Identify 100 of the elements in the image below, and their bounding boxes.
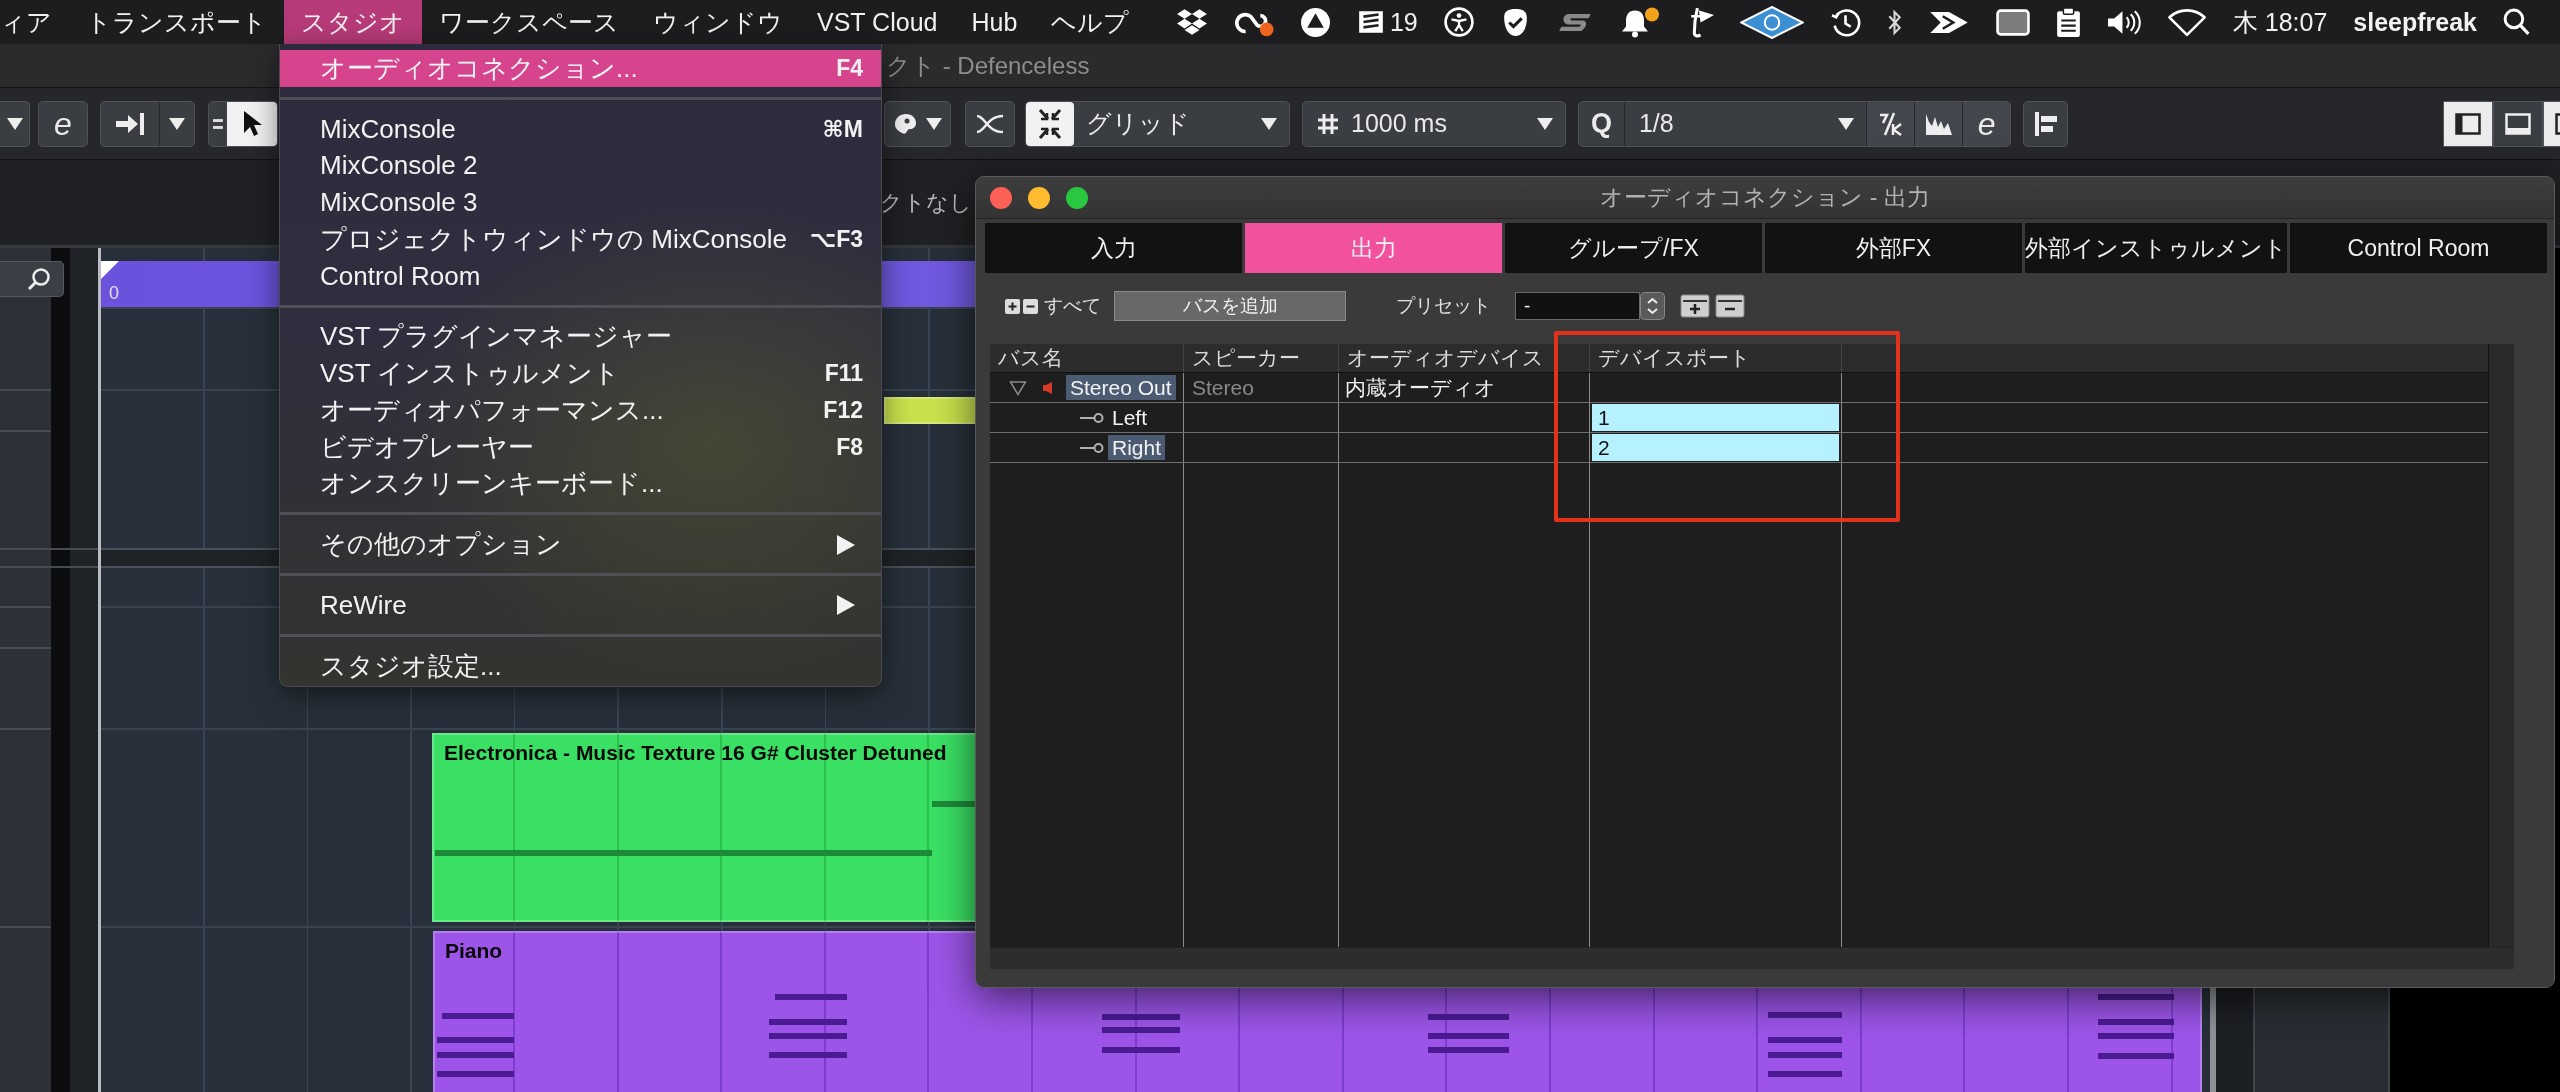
menu-bar-item[interactable]: トランスポート xyxy=(69,0,284,44)
triangle-circle-icon[interactable] xyxy=(1299,6,1331,38)
menu-item[interactable]: MixConsole 3 xyxy=(280,184,881,221)
tab[interactable]: グループ/FX xyxy=(1505,223,1762,273)
plus-document-icon[interactable] xyxy=(1680,294,1710,318)
left-panel-icon xyxy=(2455,112,2481,135)
menu-item[interactable]: MixConsole ⌘M xyxy=(280,110,881,148)
add-bus-button[interactable]: バスを追加 xyxy=(1114,291,1346,321)
bus-name[interactable]: Left xyxy=(1108,405,1152,430)
clock-time[interactable]: 木 18:07 xyxy=(2232,5,2328,39)
user-name[interactable]: sleepfreak xyxy=(2353,7,2477,37)
bluetooth-icon[interactable] xyxy=(1886,8,1902,36)
volume-icon[interactable] xyxy=(2106,8,2141,36)
close-button[interactable] xyxy=(990,186,1012,209)
column-header[interactable]: バス名 xyxy=(998,344,1063,372)
menu-item[interactable]: その他のオプション xyxy=(280,526,881,563)
menu-bar-item[interactable]: ヘルプ xyxy=(1034,0,1147,44)
submenu-arrow-icon xyxy=(837,534,855,555)
menu-item[interactable]: プロジェクトウィンドウの MixConsole ⌥F3 xyxy=(280,221,881,258)
column-header[interactable]: オーディオデバイス xyxy=(1347,344,1544,372)
dialog-title: オーディオコネクション - 出力 xyxy=(1600,183,1930,212)
grid-value-dropdown[interactable]: 1000 ms xyxy=(1302,100,1566,147)
tab[interactable]: 外部FX xyxy=(1765,223,2022,273)
menu-item[interactable]: スタジオ設定... xyxy=(280,647,881,685)
keyboard-shortcut: ⌘M xyxy=(822,115,863,143)
search-icon[interactable] xyxy=(2503,8,2530,36)
tool-dropdown-button[interactable] xyxy=(884,100,951,147)
align-icon xyxy=(2032,110,2059,137)
menu-item[interactable]: MixConsole 2 xyxy=(280,147,881,185)
horizontal-scrollbar[interactable] xyxy=(990,947,2514,969)
pointer-icon xyxy=(241,109,262,138)
clip[interactable] xyxy=(884,397,977,424)
window-title: クト - Defenceless xyxy=(886,50,1090,81)
search-icon xyxy=(27,267,51,291)
menu-bar-item[interactable]: スタジオ xyxy=(284,0,422,44)
snap-type-dropdown[interactable]: グリッド xyxy=(1025,100,1290,147)
bus-name[interactable]: Stereo Out xyxy=(1066,375,1176,400)
clock-icon[interactable] xyxy=(1829,6,1861,38)
crossfade-button[interactable] xyxy=(965,100,1015,147)
menu-bar-item[interactable]: ィア xyxy=(0,0,69,44)
bus-name[interactable]: Right xyxy=(1108,435,1166,460)
vertical-scrollbar[interactable] xyxy=(2210,988,2253,1092)
collapse-all-icon[interactable] xyxy=(1023,298,1038,314)
menu-item[interactable]: VST プラグインマネージャー xyxy=(280,318,881,356)
zoom-button[interactable] xyxy=(1066,186,1088,209)
menu-item[interactable]: オーディオコネクション... F4 xyxy=(280,50,881,87)
iterative-quantize-button[interactable] xyxy=(1866,101,1915,146)
quantize-settings-button[interactable] xyxy=(1914,101,1963,146)
object-selection-button[interactable] xyxy=(226,101,277,146)
search-button[interactable] xyxy=(0,261,64,297)
menu-item[interactable]: Control Room xyxy=(280,257,881,295)
layout-button[interactable] xyxy=(2443,100,2493,147)
grid-icon xyxy=(1317,112,1339,135)
menu-item[interactable]: VST インストゥルメント F11 xyxy=(280,355,881,392)
caret-icon xyxy=(1838,117,1855,130)
menu-item[interactable]: ReWire xyxy=(280,587,881,624)
port-cell[interactable]: 1 xyxy=(1592,404,1839,431)
accessibility-icon[interactable] xyxy=(1443,7,1474,37)
menu-bar-item[interactable]: VST Cloud xyxy=(800,0,955,44)
layout-button[interactable] xyxy=(2493,100,2543,147)
menu-bar-item[interactable]: ワークスペース xyxy=(422,0,636,44)
keyboard-shortcut: F11 xyxy=(824,360,863,388)
tab[interactable]: 外部インストゥルメント xyxy=(2025,223,2287,273)
dropbox-icon[interactable] xyxy=(1175,8,1208,36)
column-header[interactable]: スピーカー xyxy=(1192,344,1300,372)
quantize-button[interactable]: Q xyxy=(1579,101,1625,146)
display-icon[interactable] xyxy=(1995,8,2030,36)
swoosh-icon[interactable] xyxy=(1556,11,1593,33)
menu-bar-item[interactable]: Hub xyxy=(954,0,1035,44)
tool-dropdown-button[interactable] xyxy=(100,100,195,147)
quantize-value-dropdown[interactable]: 1/8 xyxy=(1624,101,1867,146)
connector-icon xyxy=(1079,411,1104,424)
notification-count: 19 xyxy=(1389,7,1418,37)
menu-bar-item[interactable]: ウィンドウ xyxy=(636,0,800,44)
preset-field[interactable]: - xyxy=(1515,292,1640,320)
list-icon[interactable] xyxy=(1356,8,1385,36)
diamond-logo-icon[interactable] xyxy=(1739,5,1804,39)
menu-item[interactable]: オンスクリーンキーボード... xyxy=(280,465,881,503)
align-button[interactable] xyxy=(2023,100,2068,147)
tab[interactable]: Control Room xyxy=(2290,223,2547,273)
edit-button[interactable]: e xyxy=(38,100,88,147)
column-header[interactable]: デバイスポート xyxy=(1598,344,1751,372)
quantize-edit-button[interactable]: e xyxy=(1962,101,2011,146)
disclosure-triangle-icon[interactable] xyxy=(1009,379,1027,396)
menu-item[interactable]: ビデオプレーヤー F8 xyxy=(280,428,881,466)
minus-document-icon[interactable] xyxy=(1715,294,1745,318)
expand-all-icon[interactable] xyxy=(1005,298,1020,314)
info-text: クトなし xyxy=(880,188,972,217)
port-cell[interactable]: 2 xyxy=(1592,434,1839,461)
clip[interactable]: Electronica - Music Texture 16 G# Cluster Detuned xyxy=(432,733,978,922)
minimize-button[interactable] xyxy=(1028,186,1050,209)
wifi-icon[interactable] xyxy=(2166,7,2207,37)
clipboard-icon[interactable] xyxy=(2055,6,2081,38)
stepper-icon[interactable] xyxy=(1640,292,1665,320)
vertical-scrollbar[interactable] xyxy=(2488,344,2514,947)
menu-item[interactable]: オーディオパフォーマンス... F12 xyxy=(280,392,881,429)
tab[interactable]: 入力 xyxy=(985,223,1242,273)
keyboard-shortcut: ⌥F3 xyxy=(809,225,863,253)
start-marker-icon xyxy=(101,261,119,279)
dropdown-button[interactable] xyxy=(0,100,30,147)
